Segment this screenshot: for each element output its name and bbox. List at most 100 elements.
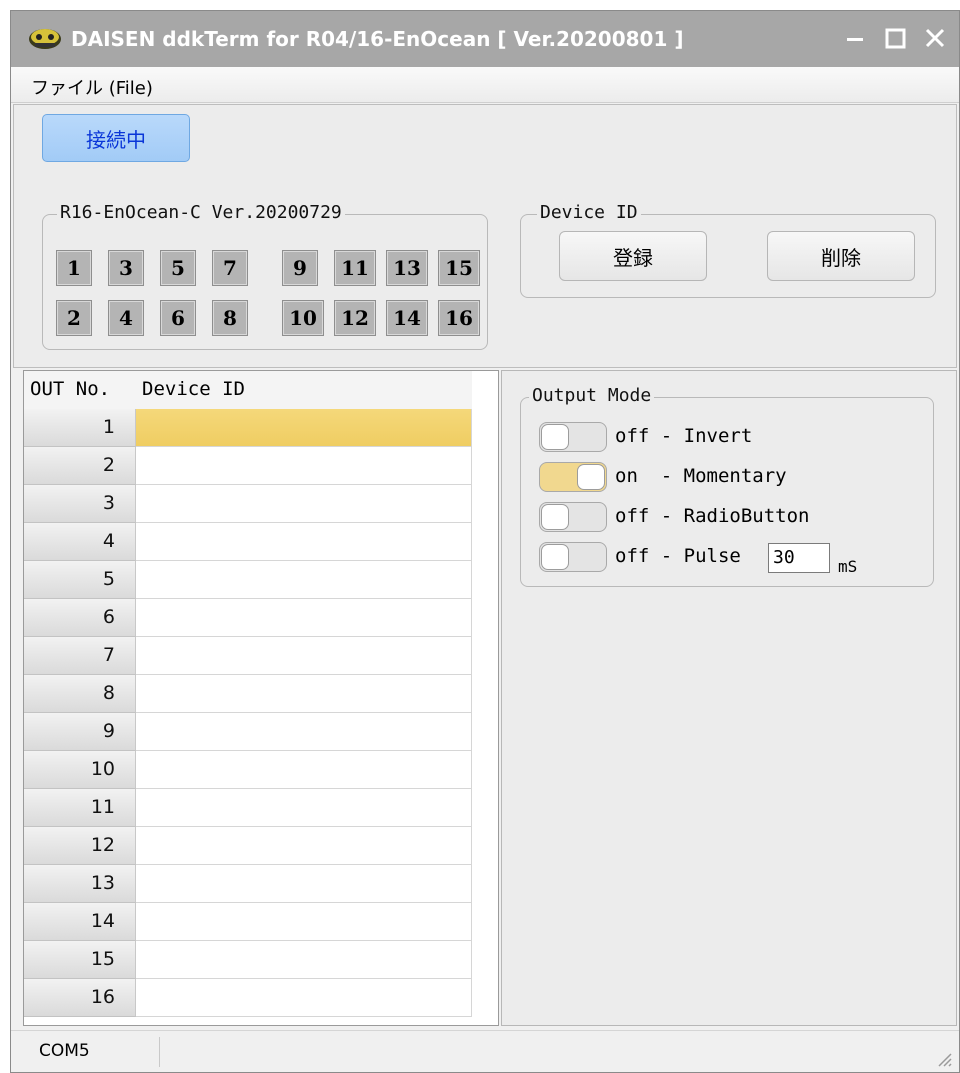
pulse-unit-label: mS [838, 557, 858, 576]
table-row[interactable]: 7 [24, 637, 472, 675]
row-header[interactable]: 3 [24, 485, 136, 523]
device-id-legend: Device ID [537, 202, 641, 223]
device-table: OUT No. Device ID 1 2 3 4 5 6 7 8 9 10 1… [23, 370, 499, 1026]
row-header[interactable]: 10 [24, 751, 136, 789]
radiobutton-label: off - RadioButton [615, 505, 810, 527]
invert-toggle[interactable] [539, 422, 607, 452]
device-id-cell[interactable] [136, 637, 472, 675]
maximize-icon [885, 28, 906, 49]
output-indicator: 11 [334, 250, 376, 286]
row-header[interactable]: 12 [24, 827, 136, 865]
output-indicator: 12 [334, 300, 376, 336]
table-row[interactable]: 13 [24, 865, 472, 903]
output-indicator: 13 [386, 250, 428, 286]
table-row[interactable]: 11 [24, 789, 472, 827]
toggle-knob [541, 424, 569, 450]
momentary-toggle[interactable] [539, 462, 607, 492]
status-divider [159, 1037, 160, 1067]
device-id-cell[interactable] [136, 789, 472, 827]
device-id-cell[interactable] [136, 599, 472, 637]
maximize-button[interactable] [877, 21, 913, 57]
row-header[interactable]: 5 [24, 561, 136, 599]
app-logo-icon [29, 29, 61, 49]
control-panel: 接続中 R16-EnOcean-C Ver.20200729 1 3 5 7 9… [13, 104, 957, 368]
toggle-knob [541, 544, 569, 570]
output-indicator: 10 [282, 300, 324, 336]
row-header[interactable]: 1 [24, 409, 136, 447]
row-header[interactable]: 13 [24, 865, 136, 903]
resize-grip-icon[interactable] [933, 1048, 953, 1068]
output-indicator: 1 [56, 250, 92, 286]
invert-label: off - Invert [615, 425, 753, 447]
output-indicator: 3 [108, 250, 144, 286]
title-bar[interactable]: DAISEN ddkTerm for R04/16-EnOcean [ Ver.… [11, 11, 959, 67]
device-id-cell[interactable] [136, 903, 472, 941]
table-row[interactable]: 3 [24, 485, 472, 523]
output-indicator: 8 [212, 300, 248, 336]
minimize-button[interactable] [837, 21, 873, 57]
row-header[interactable]: 6 [24, 599, 136, 637]
table-row[interactable]: 1 [24, 409, 472, 447]
table-row[interactable]: 5 [24, 561, 472, 599]
device-id-cell[interactable] [136, 447, 472, 485]
row-header[interactable]: 15 [24, 941, 136, 979]
row-header[interactable]: 8 [24, 675, 136, 713]
output-indicator: 14 [386, 300, 428, 336]
row-header[interactable]: 2 [24, 447, 136, 485]
column-header-out-no[interactable]: OUT No. [30, 371, 110, 409]
status-bar: COM5 [11, 1030, 959, 1072]
output-indicator: 5 [160, 250, 196, 286]
table-row[interactable]: 16 [24, 979, 472, 1017]
row-header[interactable]: 11 [24, 789, 136, 827]
table-row[interactable]: 2 [24, 447, 472, 485]
table-row[interactable]: 14 [24, 903, 472, 941]
device-id-cell[interactable] [136, 979, 472, 1017]
table-row[interactable]: 8 [24, 675, 472, 713]
toggle-knob [577, 464, 605, 490]
menu-file[interactable]: ファイル (File) [31, 74, 153, 100]
device-id-cell[interactable] [136, 941, 472, 979]
device-id-cell[interactable] [136, 827, 472, 865]
output-indicator: 9 [282, 250, 318, 286]
device-id-cell[interactable] [136, 409, 472, 447]
output-indicator: 4 [108, 300, 144, 336]
device-id-cell[interactable] [136, 865, 472, 903]
output-mode-panel: Output Mode off - Invert on - Momentary … [501, 370, 957, 1026]
device-id-cell[interactable] [136, 713, 472, 751]
row-header[interactable]: 4 [24, 523, 136, 561]
row-header[interactable]: 14 [24, 903, 136, 941]
table-row[interactable]: 15 [24, 941, 472, 979]
com-port-status: COM5 [39, 1041, 90, 1061]
device-id-cell[interactable] [136, 523, 472, 561]
close-button[interactable] [917, 21, 953, 57]
radiobutton-toggle[interactable] [539, 502, 607, 532]
delete-button[interactable]: 削除 [767, 231, 915, 281]
device-id-cell[interactable] [136, 561, 472, 599]
output-mode-legend: Output Mode [529, 385, 655, 406]
device-id-cell[interactable] [136, 751, 472, 789]
register-button[interactable]: 登録 [559, 231, 707, 281]
table-header: OUT No. Device ID [24, 371, 472, 409]
pulse-toggle[interactable] [539, 542, 607, 572]
table-row[interactable]: 9 [24, 713, 472, 751]
output-indicator: 16 [438, 300, 480, 336]
menu-bar: ファイル (File) [11, 67, 959, 103]
table-row[interactable]: 12 [24, 827, 472, 865]
toggle-knob [541, 504, 569, 530]
pulse-duration-input[interactable]: 30 [768, 543, 830, 573]
connect-button[interactable]: 接続中 [42, 114, 190, 162]
device-id-cell[interactable] [136, 675, 472, 713]
device-id-cell[interactable] [136, 485, 472, 523]
board-outputs-group: R16-EnOcean-C Ver.20200729 1 3 5 7 9 11 … [42, 202, 488, 350]
app-window: DAISEN ddkTerm for R04/16-EnOcean [ Ver.… [10, 10, 960, 1073]
row-header[interactable]: 9 [24, 713, 136, 751]
table-row[interactable]: 4 [24, 523, 472, 561]
output-mode-group: Output Mode off - Invert on - Momentary … [520, 385, 934, 587]
column-header-device-id[interactable]: Device ID [142, 371, 245, 409]
row-header[interactable]: 7 [24, 637, 136, 675]
row-header[interactable]: 16 [24, 979, 136, 1017]
table-row[interactable]: 6 [24, 599, 472, 637]
device-id-group: Device ID 登録 削除 [520, 202, 936, 298]
table-row[interactable]: 10 [24, 751, 472, 789]
output-indicator: 7 [212, 250, 248, 286]
